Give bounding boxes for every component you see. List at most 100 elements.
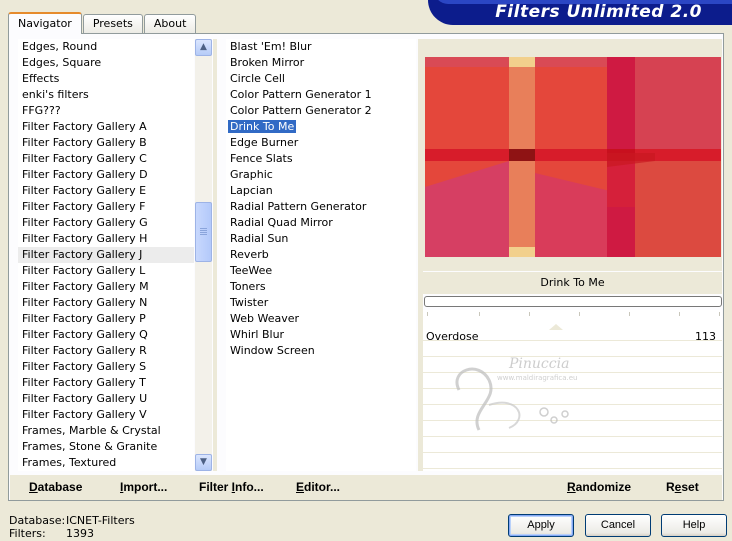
help-button[interactable]: Help xyxy=(661,514,727,537)
scroll-thumb[interactable] xyxy=(195,202,212,262)
category-item[interactable]: Filter Factory Gallery J xyxy=(18,247,194,263)
category-item[interactable]: Filter Factory Gallery D xyxy=(18,167,194,183)
preview-area xyxy=(423,39,722,271)
filter-item[interactable]: Broken Mirror xyxy=(226,55,416,71)
category-item[interactable]: Edges, Square xyxy=(18,55,194,71)
category-list[interactable]: Edges, Round Edges, Square Effects enki's f… xyxy=(18,39,194,471)
filter-item[interactable]: TeeWee xyxy=(226,263,416,279)
filter-item[interactable]: Window Screen xyxy=(226,343,416,359)
category-item[interactable]: Frames, Marble & Crystal xyxy=(18,423,194,439)
slider-marker-icon[interactable] xyxy=(549,324,563,330)
parameter-label: Overdose xyxy=(426,330,479,343)
category-item[interactable]: Filter Factory Gallery C xyxy=(18,151,194,167)
filter-item[interactable]: Color Pattern Generator 1 xyxy=(226,87,416,103)
category-item[interactable]: Filter Factory Gallery R xyxy=(18,343,194,359)
category-item[interactable]: enki's filters xyxy=(18,87,194,103)
filter-item[interactable]: Lapcian xyxy=(226,183,416,199)
filter-item-label: Drink To Me xyxy=(228,120,297,133)
filter-item[interactable]: Web Weaver xyxy=(226,311,416,327)
category-item[interactable]: Filter Factory Gallery S xyxy=(18,359,194,375)
filter-item[interactable]: Graphic xyxy=(226,167,416,183)
filter-item[interactable]: Color Pattern Generator 2 xyxy=(226,103,416,119)
category-item[interactable]: Frames, Textured xyxy=(18,455,194,471)
category-item[interactable]: Effects xyxy=(18,71,194,87)
category-item[interactable]: Filter Factory Gallery V xyxy=(18,407,194,423)
status-filters: Filters: 1393 xyxy=(9,527,94,540)
navigator-panel: Edges, Round Edges, Square Effects enki's f… xyxy=(8,33,724,501)
chevron-down-icon: ▼ xyxy=(200,457,207,467)
progress-bar xyxy=(424,296,722,307)
filter-item[interactable]: Radial Pattern Generator xyxy=(226,199,416,215)
filter-item[interactable]: Radial Sun xyxy=(226,231,416,247)
scroll-up-button[interactable]: ▲ xyxy=(195,39,212,56)
editor-button[interactable]: Editor... xyxy=(296,480,340,494)
chevron-up-icon: ▲ xyxy=(200,42,207,52)
cancel-button[interactable]: Cancel xyxy=(585,514,651,537)
randomize-button[interactable]: Randomize xyxy=(567,480,631,494)
category-item[interactable]: Filter Factory Gallery Q xyxy=(18,327,194,343)
import-button[interactable]: Import... xyxy=(120,480,167,494)
filter-item-label: Broken Mirror xyxy=(230,56,305,69)
category-item[interactable]: Filter Factory Gallery F xyxy=(18,199,194,215)
filter-item-label: Toners xyxy=(230,280,266,293)
filter-item-label: Fence Slats xyxy=(230,152,293,165)
status-filters-value: 1393 xyxy=(66,527,94,540)
category-item[interactable]: FFG??? xyxy=(18,103,194,119)
filter-item[interactable]: Twister xyxy=(226,295,416,311)
filter-item-label: Whirl Blur xyxy=(230,328,285,341)
filter-item-label: Radial Sun xyxy=(230,232,289,245)
filter-item[interactable]: Toners xyxy=(226,279,416,295)
watermark-text: Pinuccia xyxy=(509,356,570,372)
app-banner: Filters Unlimited 2.0 xyxy=(428,0,732,25)
filter-item-label: Twister xyxy=(230,296,269,309)
status-database-value: ICNET-Filters xyxy=(66,514,135,527)
filter-item[interactable]: Circle Cell xyxy=(226,71,416,87)
preview-image xyxy=(425,57,721,257)
filter-item[interactable]: Fence Slats xyxy=(226,151,416,167)
filter-item[interactable]: Blast 'Em! Blur xyxy=(226,39,416,55)
status-database-label: Database: xyxy=(9,514,66,527)
filter-item-label: Edge Burner xyxy=(230,136,299,149)
category-item[interactable]: Filter Factory Gallery L xyxy=(18,263,194,279)
apply-button[interactable]: Apply xyxy=(508,514,574,537)
grip-icon xyxy=(200,228,207,229)
scroll-down-button[interactable]: ▼ xyxy=(195,454,212,471)
filter-item-label: Circle Cell xyxy=(230,72,285,85)
category-item[interactable]: Filter Factory Gallery U xyxy=(18,391,194,407)
filter-item-label: Window Screen xyxy=(230,344,315,357)
filter-item[interactable]: Reverb xyxy=(226,247,416,263)
category-item[interactable]: Filter Factory Gallery T xyxy=(18,375,194,391)
filter-item[interactable]: Drink To Me xyxy=(226,119,416,135)
tab-presets[interactable]: Presets xyxy=(82,14,143,33)
filter-item-label: Reverb xyxy=(230,248,269,261)
reset-button[interactable]: Reset xyxy=(666,480,699,494)
filter-item[interactable]: Whirl Blur xyxy=(226,327,416,343)
category-scrollbar[interactable]: ▲ ▼ xyxy=(195,39,212,471)
filter-info-button[interactable]: Filter Info... xyxy=(199,480,264,494)
category-item[interactable]: Filter Factory Gallery M xyxy=(18,279,194,295)
category-item[interactable]: Edges, Round xyxy=(18,39,194,55)
category-item[interactable]: Filter Factory Gallery A xyxy=(18,119,194,135)
tab-navigator[interactable]: Navigator xyxy=(8,12,82,34)
database-button[interactable]: Database xyxy=(29,480,82,494)
category-item[interactable]: Frames, Stone & Granite xyxy=(18,439,194,455)
filter-item[interactable]: Edge Burner xyxy=(226,135,416,151)
category-item[interactable]: Filter Factory Gallery E xyxy=(18,183,194,199)
status-filters-label: Filters: xyxy=(9,527,46,540)
parameter-panel: Overdose 113 Pinuccia www.maldiragrafica… xyxy=(423,310,722,471)
filter-item-label: Radial Quad Mirror xyxy=(230,216,333,229)
category-item[interactable]: Filter Factory Gallery H xyxy=(18,231,194,247)
category-item[interactable]: Filter Factory Gallery P xyxy=(18,311,194,327)
filter-list[interactable]: Blast 'Em! Blur Broken Mirror Circle Cell C… xyxy=(226,39,416,471)
category-item[interactable]: Filter Factory Gallery B xyxy=(18,135,194,151)
tab-about[interactable]: About xyxy=(143,14,197,33)
status-database: Database: ICNET-Filters xyxy=(9,514,135,527)
category-item[interactable]: Filter Factory Gallery G xyxy=(18,215,194,231)
bottom-toolbar: Database Import... Filter Info... Editor… xyxy=(10,475,722,500)
category-item[interactable]: Filter Factory Gallery N xyxy=(18,295,194,311)
watermark-url: www.maldiragrafica.eu xyxy=(497,374,578,382)
filter-item[interactable]: Radial Quad Mirror xyxy=(226,215,416,231)
pane-divider xyxy=(213,39,217,471)
parameter-value[interactable]: 113 xyxy=(695,330,716,343)
preview-filter-name: Drink To Me xyxy=(423,272,722,294)
